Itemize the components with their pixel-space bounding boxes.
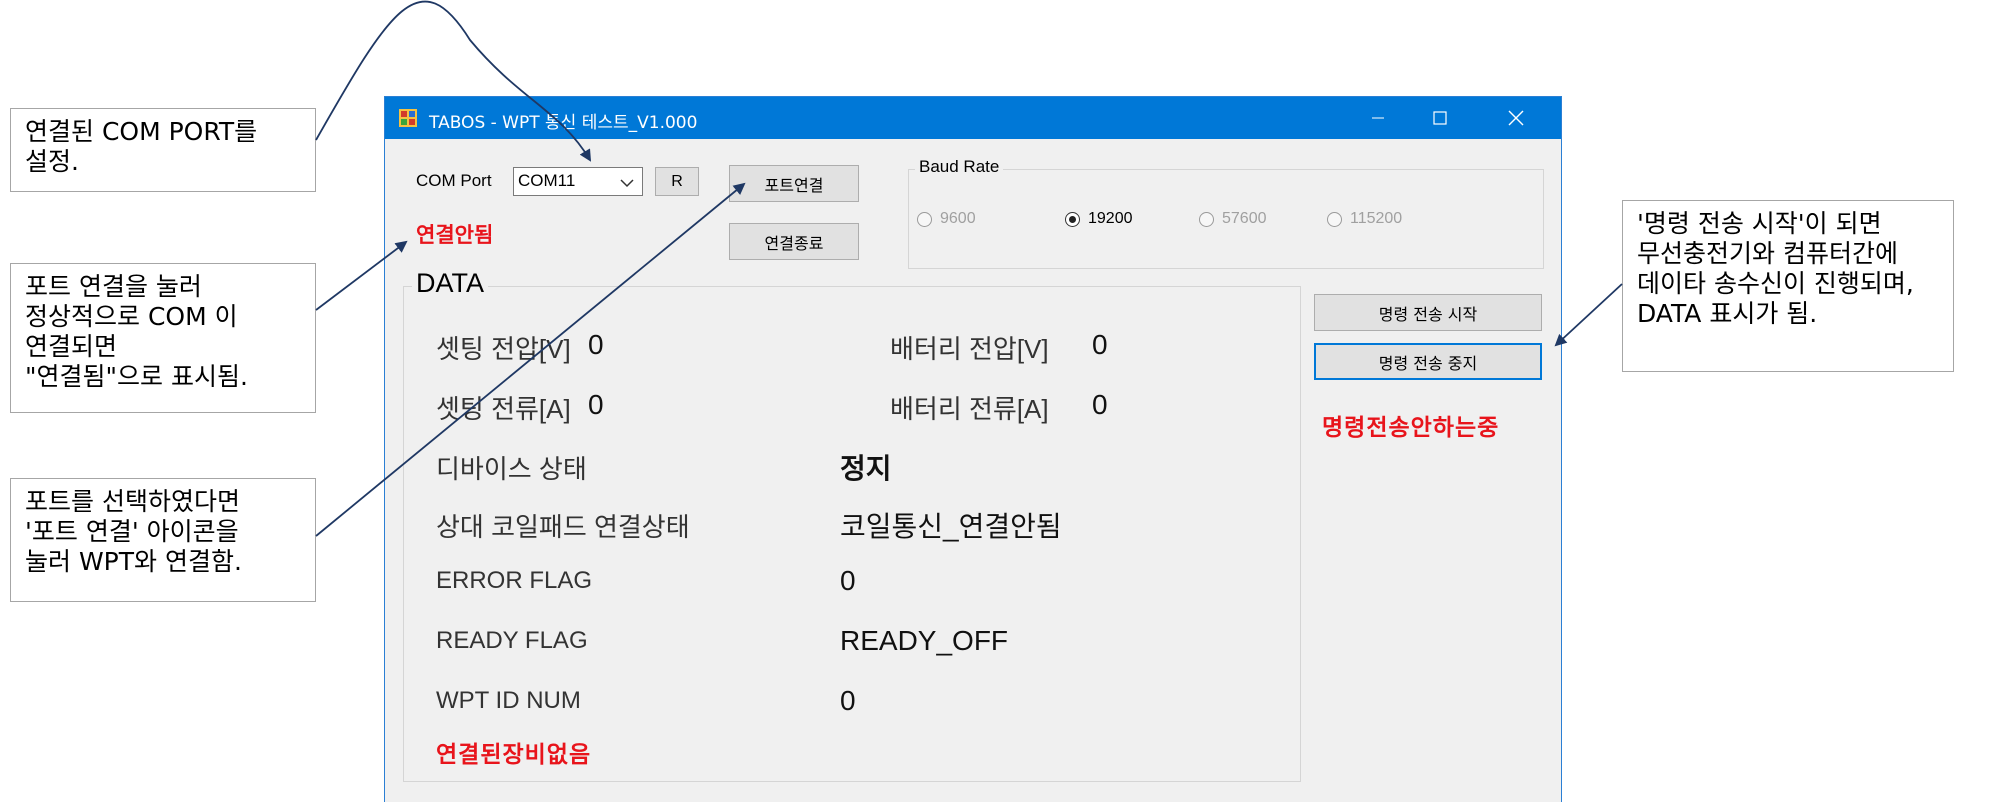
set-current-label: 셋팅 전류[A] — [436, 394, 571, 424]
set-voltage-value: 0 — [588, 329, 604, 360]
maximize-icon[interactable] — [1409, 97, 1471, 139]
battery-voltage-value: 0 — [1092, 329, 1108, 360]
port-connect-button[interactable]: 포트연결 — [729, 165, 859, 202]
command-start-button[interactable]: 명령 전송 시작 — [1314, 294, 1542, 331]
chevron-down-icon — [620, 179, 634, 188]
coil-pad-label: 상대 코일패드 연결상태 — [436, 512, 690, 542]
com-port-value: COM11 — [518, 171, 576, 190]
close-icon[interactable] — [1485, 97, 1547, 139]
port-disconnect-button[interactable]: 연결종료 — [729, 223, 859, 260]
baud-19200-label: 19200 — [1088, 210, 1133, 227]
window-title: TABOS - WPT 통신 테스트_V1.000 — [429, 113, 698, 133]
set-current-value: 0 — [588, 389, 604, 420]
radio-checked-icon — [1065, 211, 1080, 227]
wpt-id-value: 0 — [840, 685, 856, 716]
baud-57600-radio[interactable]: 57600 — [1199, 210, 1267, 228]
refresh-button[interactable]: R — [655, 167, 699, 196]
com-port-label: COM Port — [416, 171, 492, 190]
data-group: DATA 셋팅 전압[V] 0 배터리 전압[V] 0 셋팅 전류[A] 0 배… — [403, 268, 1301, 782]
ready-flag-label: READY FLAG — [436, 627, 588, 654]
note-port-connect: 포트를 선택하였다면 '포트 연결' 아이콘을 눌러 WPT와 연결함. — [10, 478, 316, 602]
baud-rate-title: Baud Rate — [915, 157, 1004, 177]
data-title: DATA — [412, 268, 489, 299]
battery-current-value: 0 — [1092, 389, 1108, 420]
app-icon — [399, 109, 417, 127]
baud-115200-label: 115200 — [1350, 210, 1403, 227]
device-status: 연결된장비없음 — [436, 741, 592, 767]
error-flag-value: 0 — [840, 565, 856, 596]
radio-icon — [1327, 211, 1342, 227]
command-status: 명령전송안하는중 — [1322, 414, 1500, 440]
battery-current-label: 배터리 전류[A] — [890, 394, 1049, 424]
ready-flag-value: READY_OFF — [840, 625, 1009, 656]
note-connect-status: 포트 연결을 눌러 정상적으로 COM 이 연결되면 "연결됨"으로 표시됨. — [10, 263, 316, 413]
note-command-start: '명령 전송 시작'이 되면 무선충전기와 컴퓨터간에 데이타 송수신이 진행되… — [1622, 200, 1954, 372]
minimize-icon[interactable] — [1347, 97, 1409, 139]
coil-pad-value: 코일통신_연결안됨 — [840, 511, 1062, 542]
radio-icon — [1199, 211, 1214, 227]
battery-voltage-label: 배터리 전압[V] — [890, 334, 1049, 364]
wpt-id-label: WPT ID NUM — [436, 687, 581, 714]
baud-9600-label: 9600 — [940, 210, 976, 227]
set-voltage-label: 셋팅 전압[V] — [436, 334, 571, 364]
device-state-value: 정지 — [840, 453, 892, 484]
note-com-port: 연결된 COM PORT를 설정. — [10, 108, 316, 192]
command-stop-button[interactable]: 명령 전송 중지 — [1314, 343, 1542, 380]
com-port-select[interactable]: COM11 — [513, 167, 643, 196]
baud-9600-radio[interactable]: 9600 — [917, 210, 976, 228]
connection-status: 연결안됨 — [416, 224, 494, 247]
app-window: TABOS - WPT 통신 테스트_V1.000 COM Port COM11… — [384, 96, 1562, 802]
radio-icon — [917, 211, 932, 227]
baud-115200-radio[interactable]: 115200 — [1327, 210, 1402, 228]
baud-rate-group: Baud Rate 9600 19200 57600 115200 — [908, 157, 1544, 269]
title-bar[interactable]: TABOS - WPT 통신 테스트_V1.000 — [385, 97, 1561, 139]
device-state-label: 디바이스 상태 — [436, 454, 587, 484]
baud-57600-label: 57600 — [1222, 210, 1267, 227]
arrow-command-start — [1554, 283, 1623, 347]
baud-19200-radio[interactable]: 19200 — [1065, 210, 1133, 228]
error-flag-label: ERROR FLAG — [436, 567, 593, 594]
